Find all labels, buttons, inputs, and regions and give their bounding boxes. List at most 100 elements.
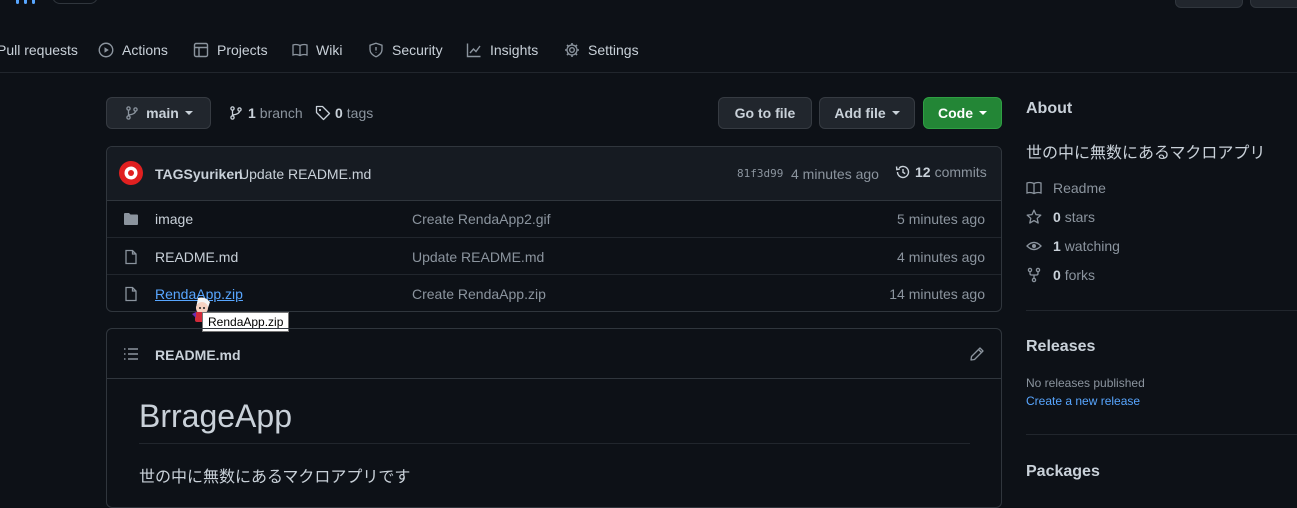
- readme-header: README.md: [107, 329, 1001, 379]
- tab-projects[interactable]: Projects: [193, 30, 268, 70]
- nav-label: Projects: [217, 42, 268, 58]
- readme-heading: BrrageApp: [139, 398, 292, 434]
- readme-link[interactable]: Readme: [1026, 178, 1106, 198]
- stars-link[interactable]: 0 stars: [1026, 207, 1095, 227]
- readme-heading-rule: [139, 443, 970, 444]
- repo-icon-fragment: [12, 0, 36, 4]
- code-button[interactable]: Code: [923, 97, 1002, 129]
- watching-word: watching: [1064, 238, 1120, 254]
- commit-age: 4 minutes ago: [791, 166, 879, 182]
- file-name[interactable]: README.md: [155, 238, 238, 275]
- commit-message[interactable]: Update README.md: [239, 166, 371, 182]
- branch-icon: [124, 105, 140, 121]
- header-button[interactable]: [1250, 0, 1297, 8]
- branches-link[interactable]: 1 branch: [228, 97, 303, 129]
- stars-count: 0: [1053, 209, 1061, 225]
- tag-icon: [315, 105, 331, 121]
- commits-link[interactable]: 12 commits: [895, 164, 987, 180]
- readme-filename: README.md: [155, 347, 241, 363]
- commit-count: 12: [915, 164, 931, 180]
- watching-count: 1: [1053, 238, 1061, 254]
- go-to-file-label: Go to file: [734, 105, 796, 121]
- watchers-link[interactable]: 1 watching: [1026, 236, 1120, 256]
- table-icon: [193, 42, 209, 58]
- forks-word: forks: [1064, 267, 1096, 283]
- chevron-down-icon: [979, 111, 987, 115]
- create-release-link[interactable]: Create a new release: [1026, 394, 1140, 408]
- branch-count: 1: [248, 105, 256, 121]
- commit-count-word: commits: [934, 164, 987, 180]
- eye-icon: [1026, 238, 1042, 254]
- list-icon[interactable]: [123, 346, 139, 362]
- readme-link-label: Readme: [1053, 180, 1106, 196]
- file-age: 14 minutes ago: [889, 285, 985, 302]
- tag-count: 0: [335, 105, 343, 121]
- forks-link[interactable]: 0 forks: [1026, 265, 1095, 285]
- about-description: 世の中に無数にあるマクロアプリ: [1026, 145, 1266, 162]
- gear-icon: [564, 42, 580, 58]
- tab-insights[interactable]: Insights: [466, 30, 538, 70]
- file-icon: [123, 275, 139, 311]
- go-to-file-button[interactable]: Go to file: [718, 97, 812, 129]
- tab-wiki[interactable]: Wiki: [292, 30, 342, 70]
- file-row[interactable]: RendaApp.zip Create RendaApp.zip 14 minu…: [107, 274, 1001, 311]
- header-button[interactable]: [1175, 0, 1243, 8]
- nav-label: Security: [392, 42, 443, 58]
- tab-security[interactable]: Security: [368, 30, 443, 70]
- nav-label: Pull requests: [0, 42, 78, 58]
- shield-icon: [368, 42, 384, 58]
- tag-word: tags: [346, 105, 374, 121]
- commit-sha[interactable]: 81f3d99: [737, 167, 783, 180]
- stars-word: stars: [1064, 209, 1096, 225]
- code-label: Code: [938, 105, 973, 121]
- tab-actions[interactable]: Actions: [98, 30, 168, 70]
- packages-title[interactable]: Packages: [1026, 463, 1100, 481]
- avatar[interactable]: [119, 161, 143, 185]
- file-icon: [123, 238, 139, 275]
- branch-selector[interactable]: main: [106, 97, 211, 129]
- add-file-button[interactable]: Add file: [819, 97, 915, 129]
- folder-icon: [123, 200, 139, 237]
- star-icon: [1026, 209, 1042, 225]
- branch-word: branch: [259, 105, 303, 121]
- commit-author[interactable]: TAGSyuriken: [155, 166, 243, 182]
- file-row[interactable]: image Create RendaApp2.gif 5 minutes ago: [107, 200, 1001, 237]
- fork-icon: [1026, 267, 1042, 283]
- branch-icon: [228, 105, 244, 121]
- readme-body: 世の中に無数にあるマクロアプリです: [139, 469, 411, 486]
- latest-commit-bar: TAGSyuriken Update README.md 81f3d99 4 m…: [107, 147, 1001, 201]
- file-row[interactable]: README.md Update README.md 4 minutes ago: [107, 237, 1001, 275]
- add-file-label: Add file: [834, 105, 886, 121]
- tab-pull-requests[interactable]: Pull requests: [0, 30, 78, 70]
- file-age: 5 minutes ago: [897, 210, 985, 227]
- nav-divider: [0, 72, 1297, 73]
- chevron-down-icon: [891, 111, 900, 115]
- readme-box: README.md BrrageApp 世の中に無数にあるマクロアプリです: [106, 328, 1002, 508]
- sidebar-divider: [1026, 310, 1297, 311]
- graph-icon: [466, 42, 482, 58]
- file-age: 4 minutes ago: [897, 248, 985, 265]
- nav-label: Wiki: [316, 42, 343, 58]
- releases-title[interactable]: Releases: [1026, 338, 1095, 356]
- about-title: About: [1026, 100, 1073, 117]
- file-table: TAGSyuriken Update README.md 81f3d99 4 m…: [106, 146, 1002, 312]
- nav-label: Insights: [490, 42, 539, 58]
- chevron-down-icon: [184, 111, 193, 115]
- visibility-badge: [52, 0, 98, 4]
- file-commit-message[interactable]: Update README.md: [412, 238, 544, 275]
- sidebar-divider: [1026, 434, 1297, 435]
- forks-count: 0: [1053, 267, 1061, 283]
- file-commit-message[interactable]: Create RendaApp.zip: [412, 275, 546, 311]
- tags-link[interactable]: 0 tags: [315, 97, 373, 129]
- file-name[interactable]: image: [155, 200, 193, 237]
- book-icon: [1026, 180, 1042, 196]
- file-commit-message[interactable]: Create RendaApp2.gif: [412, 200, 551, 237]
- book-icon: [292, 42, 308, 58]
- nav-label: Actions: [122, 42, 168, 58]
- branch-name: main: [146, 105, 179, 121]
- tab-settings[interactable]: Settings: [564, 30, 639, 70]
- history-icon: [895, 164, 911, 180]
- pencil-icon[interactable]: [969, 346, 985, 362]
- nav-label: Settings: [588, 42, 639, 58]
- play-icon: [98, 42, 114, 58]
